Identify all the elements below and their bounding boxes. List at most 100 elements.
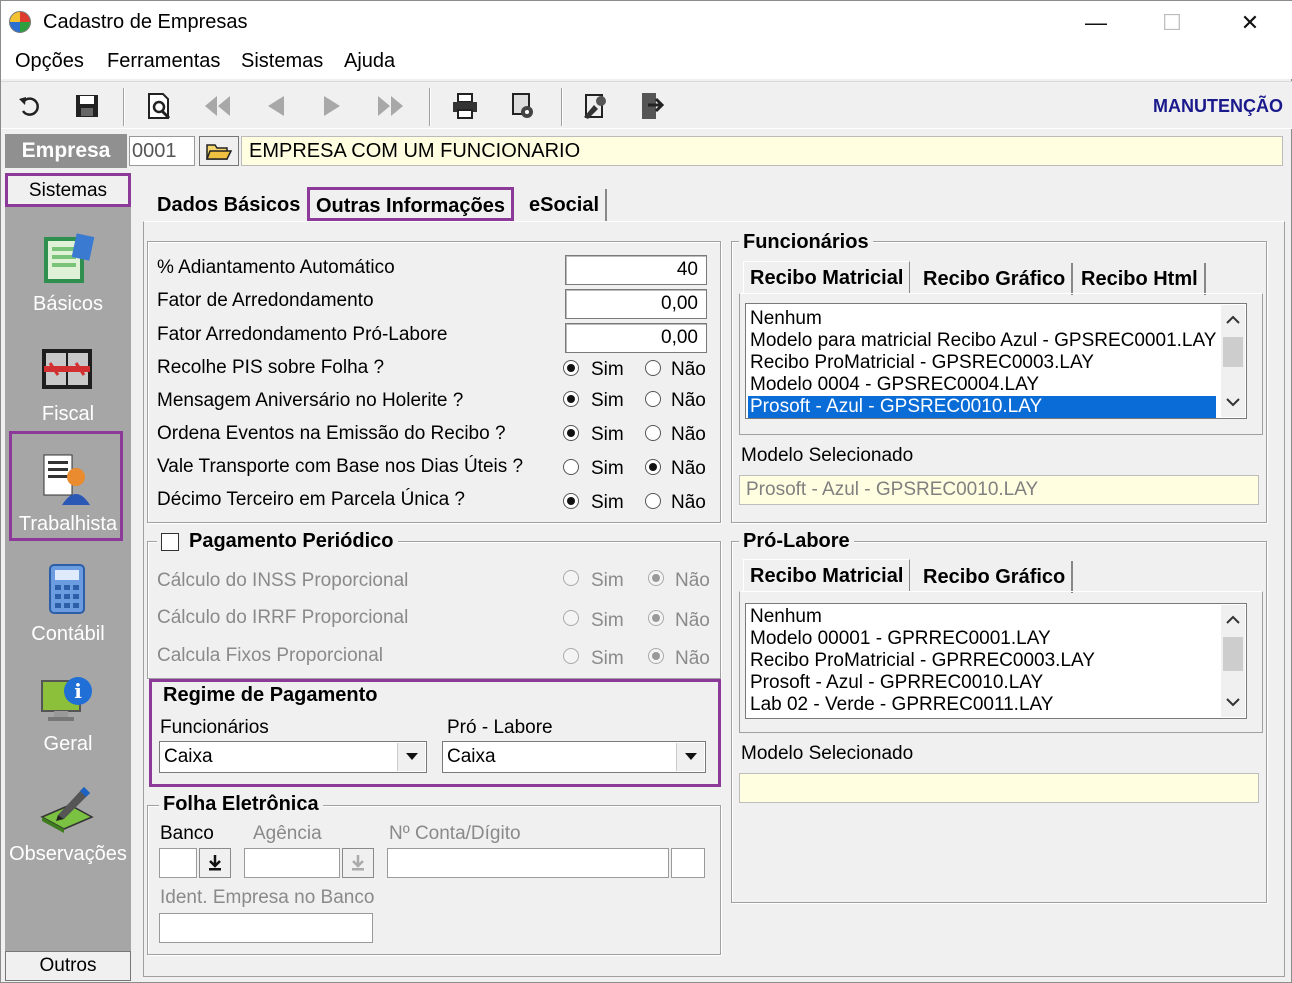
fator-prolabore-input[interactable]: 0,00: [565, 323, 707, 353]
vale-transporte-nao-radio[interactable]: [645, 459, 661, 475]
menu-ferramentas[interactable]: Ferramentas: [107, 50, 220, 73]
chevron-up-icon[interactable]: [1221, 609, 1245, 629]
close-button[interactable]: ✕: [1227, 7, 1273, 39]
conta-input[interactable]: [387, 848, 669, 878]
adiantamento-input[interactable]: 40: [565, 255, 707, 285]
ordena-eventos-nao-radio[interactable]: [645, 425, 661, 441]
radio-sim-label: Sim: [591, 648, 624, 669]
sidebar-item-observacoes[interactable]: Observações: [5, 773, 131, 877]
pro-tab-recibo-grafico[interactable]: Recibo Gráfico: [917, 561, 1074, 593]
scroll-thumb[interactable]: [1223, 637, 1243, 671]
regime-prolabore-select[interactable]: Caixa: [442, 741, 706, 773]
decimo-terceiro-nao-radio[interactable]: [645, 493, 661, 509]
first-record-icon[interactable]: [199, 88, 235, 124]
mensagem-aniversario-label: Mensagem Aniversário no Holerite ?: [157, 390, 464, 411]
func-tab-recibo-grafico[interactable]: Recibo Gráfico: [917, 263, 1074, 295]
sidebar-item-trabalhista[interactable]: Trabalhista: [5, 443, 131, 547]
sidebar-item-geral[interactable]: i Geral: [5, 663, 131, 767]
sidebar-item-fiscal[interactable]: Fiscal: [5, 333, 131, 437]
agencia-lookup-button[interactable]: [342, 848, 374, 878]
print-icon[interactable]: [447, 88, 483, 124]
tab-esocial[interactable]: eSocial: [523, 189, 608, 221]
recolhe-pis-label: Recolhe PIS sobre Folha ?: [157, 357, 385, 378]
sidebar-item-basicos[interactable]: Básicos: [5, 223, 131, 327]
toolbar-separator: [561, 88, 563, 126]
tools-icon[interactable]: [577, 88, 613, 124]
menu-sistemas[interactable]: Sistemas: [241, 50, 323, 73]
decimo-terceiro-sim-radio[interactable]: [563, 493, 579, 509]
maximize-button[interactable]: ☐: [1149, 7, 1195, 39]
list-item[interactable]: Nenhum: [750, 308, 822, 330]
func-tab-recibo-html[interactable]: Recibo Html: [1075, 263, 1206, 295]
menu-ajuda[interactable]: Ajuda: [344, 50, 395, 73]
fixos-nao-radio[interactable]: [648, 648, 664, 664]
toolbar-separator: [123, 88, 125, 126]
menu-opcoes[interactable]: Opções: [15, 50, 84, 73]
banco-lookup-button[interactable]: [199, 848, 231, 878]
banco-label: Banco: [160, 823, 214, 844]
list-item[interactable]: Modelo 00001 - GPRREC0001.LAY: [750, 628, 1051, 650]
download-arrow-icon: [352, 855, 364, 871]
ordena-eventos-sim-radio[interactable]: [563, 425, 579, 441]
preview-icon[interactable]: [141, 88, 177, 124]
regime-funcionarios-select[interactable]: Caixa: [159, 741, 427, 773]
empresa-name-field[interactable]: EMPRESA COM UM FUNCIONARIO: [241, 136, 1283, 166]
exit-icon[interactable]: [633, 88, 669, 124]
save-icon[interactable]: [69, 88, 105, 124]
irrf-sim-radio[interactable]: [563, 610, 579, 626]
fator-arredondamento-input[interactable]: 0,00: [565, 289, 707, 319]
open-folder-button[interactable]: [199, 136, 239, 166]
recolhe-pis-nao-radio[interactable]: [645, 360, 661, 376]
last-record-icon[interactable]: [373, 88, 409, 124]
settings-icon[interactable]: [505, 88, 541, 124]
agencia-input[interactable]: [244, 848, 340, 878]
minimize-button[interactable]: —: [1073, 7, 1119, 39]
list-item[interactable]: Prosoft - Azul - GPRREC0010.LAY: [750, 672, 1043, 694]
vale-transporte-sim-radio[interactable]: [563, 459, 579, 475]
previous-record-icon[interactable]: [257, 88, 293, 124]
list-item[interactable]: Recibo ProMatricial - GPSREC0003.LAY: [750, 352, 1094, 374]
list-item[interactable]: Recibo ProMatricial - GPRREC0003.LAY: [750, 650, 1095, 672]
list-scrollbar[interactable]: [1221, 605, 1245, 717]
list-item[interactable]: Modelo para matricial Recibo Azul - GPSR…: [750, 330, 1216, 352]
mensagem-aniversario-sim-radio[interactable]: [563, 391, 579, 407]
pagamento-periodico-checkbox[interactable]: [161, 532, 179, 551]
inss-nao-radio[interactable]: [648, 570, 664, 586]
chevron-down-icon[interactable]: [676, 743, 704, 771]
empresa-code-input[interactable]: 0001: [129, 136, 195, 166]
sidebar-footer-outros[interactable]: Outros: [5, 951, 131, 981]
mensagem-aniversario-nao-radio[interactable]: [645, 391, 661, 407]
chevron-down-icon[interactable]: [1221, 393, 1245, 413]
agencia-label: Agência: [253, 823, 322, 844]
undo-icon[interactable]: [13, 88, 49, 124]
chevron-up-icon[interactable]: [1221, 309, 1245, 329]
func-tab-recibo-matricial[interactable]: Recibo Matricial: [743, 261, 911, 293]
tab-outras-informacoes[interactable]: Outras Informações: [307, 187, 514, 221]
ident-empresa-input[interactable]: [159, 913, 373, 943]
funcionarios-model-list[interactable]: Nenhum Modelo para matricial Recibo Azul…: [745, 303, 1247, 419]
inss-sim-radio[interactable]: [563, 570, 579, 586]
irrf-nao-radio[interactable]: [648, 610, 664, 626]
ordena-eventos-label: Ordena Eventos na Emissão do Recibo ?: [157, 423, 506, 444]
list-item-selected[interactable]: Prosoft - Azul - GPSREC0010.LAY: [748, 396, 1216, 418]
sidebar-title-sistemas[interactable]: Sistemas: [5, 175, 131, 207]
list-scrollbar[interactable]: [1221, 305, 1245, 417]
list-item[interactable]: Modelo 0004 - GPSREC0004.LAY: [750, 374, 1039, 396]
chevron-down-icon[interactable]: [1221, 693, 1245, 713]
next-record-icon[interactable]: [315, 88, 351, 124]
recolhe-pis-sim-radio[interactable]: [563, 360, 579, 376]
chevron-down-icon[interactable]: [397, 743, 425, 771]
scroll-thumb[interactable]: [1223, 337, 1243, 367]
regime-prolabore-value: Caixa: [447, 746, 496, 767]
sidebar: Sistemas Básicos Fiscal Trabalhista Cont…: [5, 173, 131, 981]
list-item[interactable]: Nenhum: [750, 606, 822, 628]
prolabore-model-list[interactable]: Nenhum Modelo 00001 - GPRREC0001.LAY Rec…: [745, 603, 1247, 719]
sidebar-item-contabil[interactable]: Contábil: [5, 553, 131, 657]
list-item[interactable]: Lab 02 - Verde - GPRREC0011.LAY: [750, 694, 1053, 716]
digito-input[interactable]: [671, 848, 705, 878]
tab-dados-basicos[interactable]: Dados Básicos: [151, 189, 306, 221]
observacoes-icon: [40, 787, 94, 833]
banco-input[interactable]: [159, 848, 197, 878]
pro-tab-recibo-matricial[interactable]: Recibo Matricial: [743, 559, 911, 591]
fixos-sim-radio[interactable]: [563, 648, 579, 664]
